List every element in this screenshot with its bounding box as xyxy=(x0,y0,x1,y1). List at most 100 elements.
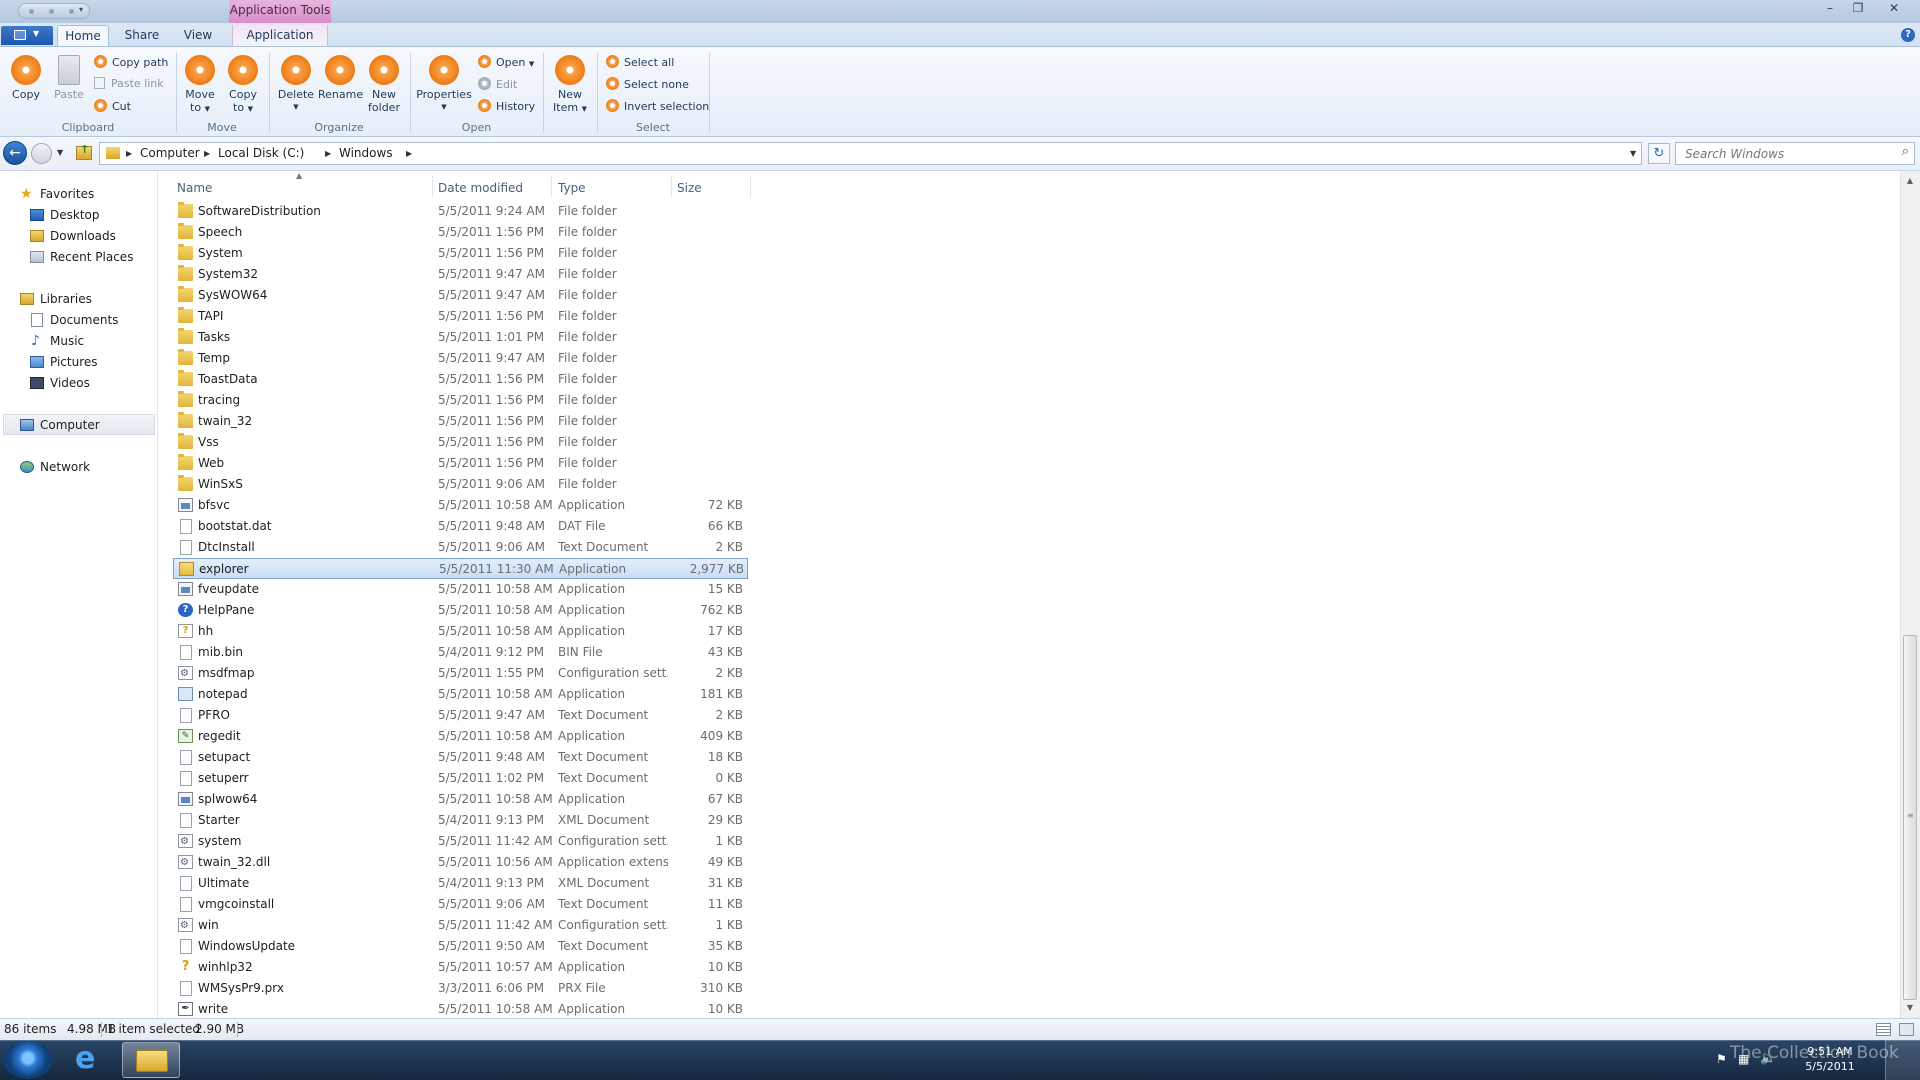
new-folder-button[interactable]: New folder xyxy=(364,55,404,114)
table-row[interactable]: bootstat.dat 5/5/2011 9:48 AM DAT File 66 K… xyxy=(173,516,748,537)
cut-button[interactable]: Cut xyxy=(94,99,131,115)
qat-undo-icon[interactable] xyxy=(69,9,74,14)
table-row[interactable]: tracing 5/5/2011 1:56 PM File folder xyxy=(173,390,748,411)
up-folder-icon[interactable]: ↑ xyxy=(76,143,92,160)
table-row[interactable]: WMSysPr9.prx 3/3/2011 6:06 PM PRX File 310 … xyxy=(173,978,748,999)
table-row[interactable]: fveupdate 5/5/2011 10:58 AM Application 15 … xyxy=(173,579,748,600)
select-all-button[interactable]: Select all xyxy=(606,55,674,71)
qat-new-folder-icon[interactable] xyxy=(49,9,54,14)
clock[interactable]: 9:51 AM 5/5/2011 xyxy=(1780,1044,1880,1074)
table-row[interactable]: Vss 5/5/2011 1:56 PM File folder xyxy=(173,432,748,453)
recent-locations-chevron-icon[interactable]: ▼ xyxy=(57,148,63,157)
large-icons-view-icon[interactable] xyxy=(1899,1023,1914,1036)
address-bar[interactable]: ▶ Computer ▶ Local Disk (C:) ▶ Windows ▶… xyxy=(99,142,1642,165)
table-row[interactable]: TAPI 5/5/2011 1:56 PM File folder xyxy=(173,306,748,327)
table-row[interactable]: Tasks 5/5/2011 1:01 PM File folder xyxy=(173,327,748,348)
table-row[interactable]: setupact 5/5/2011 9:48 AM Text Document 18 … xyxy=(173,747,748,768)
flag-icon[interactable]: ⚑ xyxy=(1716,1052,1727,1066)
rename-button[interactable]: Rename xyxy=(318,55,363,101)
breadcrumb-arrow-icon[interactable]: ▶ xyxy=(204,143,210,164)
maximize-button[interactable]: ❐ xyxy=(1845,0,1871,18)
qat-customize-chevron-icon[interactable]: ▾ xyxy=(79,5,83,14)
file-menu-button[interactable]: ▼ xyxy=(1,26,53,45)
column-header-type[interactable]: Type xyxy=(558,179,668,197)
table-row[interactable]: vmgcoinstall 5/5/2011 9:06 AM Text Documen… xyxy=(173,894,748,915)
table-row[interactable]: ✎ regedit 5/5/2011 10:58 AM Application 409 … xyxy=(173,726,748,747)
scrollbar-thumb[interactable]: ≡ xyxy=(1903,635,1917,1000)
table-row[interactable]: Ultimate 5/4/2011 9:13 PM XML Document 31 K… xyxy=(173,873,748,894)
tab-share[interactable]: Share xyxy=(116,25,168,47)
table-row[interactable]: system 5/5/2011 11:42 AM Configuration set… xyxy=(173,831,748,852)
table-row-selected[interactable]: explorer 5/5/2011 11:30 AM Application 2,97… xyxy=(173,558,748,579)
start-button[interactable] xyxy=(4,1041,52,1079)
taskbar-file-explorer[interactable] xyxy=(122,1042,180,1078)
breadcrumb-arrow-icon[interactable]: ▶ xyxy=(406,143,412,164)
table-row[interactable]: ? hh 5/5/2011 10:58 AM Application 17 KB xyxy=(173,621,748,642)
table-row[interactable]: bfsvc 5/5/2011 10:58 AM Application 72 KB xyxy=(173,495,748,516)
breadcrumb-computer[interactable]: Computer xyxy=(140,143,200,164)
table-row[interactable]: Web 5/5/2011 1:56 PM File folder xyxy=(173,453,748,474)
back-button[interactable]: ← xyxy=(3,141,27,165)
table-row[interactable]: System 5/5/2011 1:56 PM File folder xyxy=(173,243,748,264)
column-divider[interactable] xyxy=(671,175,672,197)
table-row[interactable]: notepad 5/5/2011 10:58 AM Application 181 K… xyxy=(173,684,748,705)
table-row[interactable]: msdfmap 5/5/2011 1:55 PM Configuration set… xyxy=(173,663,748,684)
table-row[interactable]: ToastData 5/5/2011 1:56 PM File folder xyxy=(173,369,748,390)
copy-button[interactable]: Copy xyxy=(6,55,46,101)
search-input[interactable] xyxy=(1676,143,1886,164)
table-row[interactable]: DtcInstall 5/5/2011 9:06 AM Text Document 2… xyxy=(173,537,748,558)
address-history-chevron-icon[interactable]: ▼ xyxy=(1630,143,1636,164)
open-button[interactable]: Open ▼ xyxy=(478,55,534,71)
copy-to-button[interactable]: Copy to ▼ xyxy=(223,55,263,116)
column-header-size[interactable]: Size xyxy=(677,179,747,197)
volume-icon[interactable]: 🔈 xyxy=(1760,1051,1776,1066)
quick-access-toolbar[interactable]: ▾ xyxy=(18,3,90,19)
paste-button[interactable]: Paste xyxy=(49,55,89,101)
breadcrumb-arrow-icon[interactable]: ▶ xyxy=(325,143,331,164)
tab-application[interactable]: Application xyxy=(232,25,328,47)
new-item-button[interactable]: New Item ▼ xyxy=(549,55,591,116)
tab-home[interactable]: Home xyxy=(57,25,109,47)
move-to-button[interactable]: Move to ▼ xyxy=(180,55,220,116)
taskbar-internet-explorer[interactable]: e xyxy=(60,1042,118,1078)
search-box[interactable]: ⌕ xyxy=(1675,142,1915,165)
scroll-down-arrow-icon[interactable]: ▼ xyxy=(1900,1000,1920,1016)
invert-selection-button[interactable]: Invert selection xyxy=(606,99,709,115)
column-header-date[interactable]: Date modified xyxy=(438,179,548,197)
table-row[interactable]: WinSxS 5/5/2011 9:06 AM File folder xyxy=(173,474,748,495)
table-row[interactable]: mib.bin 5/4/2011 9:12 PM BIN File 43 KB xyxy=(173,642,748,663)
column-header-name[interactable]: Name xyxy=(177,179,432,197)
network-tray-icon[interactable]: ▦ xyxy=(1738,1052,1749,1066)
breadcrumb-local-disk[interactable]: Local Disk (C:) xyxy=(218,143,304,164)
show-desktop-button[interactable] xyxy=(1885,1040,1920,1080)
history-button[interactable]: History xyxy=(478,99,535,115)
table-row[interactable]: ? winhlp32 5/5/2011 10:57 AM Application 10 … xyxy=(173,957,748,978)
table-row[interactable]: ? HelpPane 5/5/2011 10:58 AM Application 762… xyxy=(173,600,748,621)
edit-button[interactable]: Edit xyxy=(478,77,517,93)
paste-link-button[interactable]: Paste link xyxy=(94,77,164,93)
breadcrumb-windows[interactable]: Windows xyxy=(339,143,393,164)
scroll-up-arrow-icon[interactable]: ▲ xyxy=(1900,173,1920,189)
close-button[interactable]: ✕ xyxy=(1881,0,1907,18)
breadcrumb-arrow-icon[interactable]: ▶ xyxy=(126,143,132,164)
table-row[interactable]: System32 5/5/2011 9:47 AM File folder xyxy=(173,264,748,285)
refresh-button[interactable]: ↻ xyxy=(1648,143,1670,164)
tab-view[interactable]: View xyxy=(172,25,224,47)
table-row[interactable]: ✒ write 5/5/2011 10:58 AM Application 10 KB xyxy=(173,999,748,1020)
table-row[interactable]: PFRO 5/5/2011 9:47 AM Text Document 2 KB xyxy=(173,705,748,726)
table-row[interactable]: Speech 5/5/2011 1:56 PM File folder xyxy=(173,222,748,243)
table-row[interactable]: Temp 5/5/2011 9:47 AM File folder xyxy=(173,348,748,369)
column-divider[interactable] xyxy=(432,175,433,197)
table-row[interactable]: win 5/5/2011 11:42 AM Configuration sett..… xyxy=(173,915,748,936)
help-icon[interactable]: ? xyxy=(1901,28,1915,42)
table-row[interactable]: SoftwareDistribution 5/5/2011 9:24 AM File… xyxy=(173,201,748,222)
table-row[interactable]: setuperr 5/5/2011 1:02 PM Text Document 0 K… xyxy=(173,768,748,789)
delete-button[interactable]: Delete ▼ xyxy=(276,55,316,114)
details-view-icon[interactable] xyxy=(1876,1023,1891,1036)
table-row[interactable]: SysWOW64 5/5/2011 9:47 AM File folder xyxy=(173,285,748,306)
select-none-button[interactable]: Select none xyxy=(606,77,689,93)
table-row[interactable]: Starter 5/4/2011 9:13 PM XML Document 29 KB xyxy=(173,810,748,831)
table-row[interactable]: WindowsUpdate 5/5/2011 9:50 AM Text Docume… xyxy=(173,936,748,957)
table-row[interactable]: twain_32.dll 5/5/2011 10:56 AM Application… xyxy=(173,852,748,873)
forward-button[interactable] xyxy=(31,143,52,164)
